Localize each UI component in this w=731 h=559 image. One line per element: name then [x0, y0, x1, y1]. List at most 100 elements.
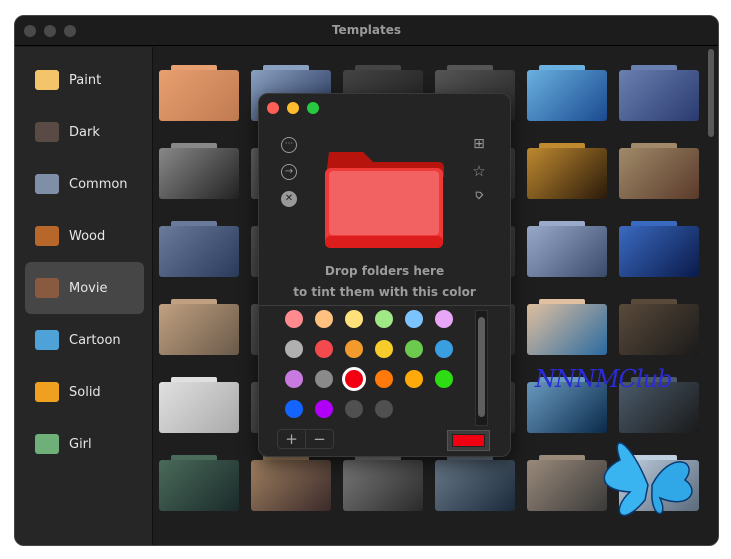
sidebar-item-label: Solid: [69, 384, 101, 400]
template-folder[interactable]: [159, 377, 239, 433]
color-swatch[interactable]: [405, 340, 423, 358]
folder-icon: [35, 382, 59, 402]
add-remove-control: + −: [277, 429, 334, 449]
butterfly-watermark-icon: [603, 442, 693, 517]
template-folder[interactable]: [527, 299, 607, 355]
color-swatch[interactable]: [405, 370, 423, 388]
color-swatch[interactable]: [285, 310, 303, 328]
template-folder[interactable]: [527, 221, 607, 277]
swatch-scrollbar[interactable]: [475, 310, 488, 426]
color-swatch[interactable]: [345, 400, 363, 418]
add-color-button[interactable]: +: [278, 430, 306, 448]
window-title: Templates: [331, 23, 402, 37]
folder-thumbnail: [251, 460, 331, 511]
folder-icon: [35, 122, 59, 142]
divider: [259, 305, 510, 306]
color-swatch[interactable]: [345, 340, 363, 358]
drop-hint-line1: Drop folders here: [324, 264, 445, 278]
template-folder[interactable]: [159, 299, 239, 355]
sidebar-item-common[interactable]: Common: [25, 158, 144, 210]
color-swatch[interactable]: [315, 340, 333, 358]
tinted-folder-icon: [325, 152, 444, 248]
folder-thumbnail: [159, 226, 239, 277]
color-swatch[interactable]: [375, 370, 393, 388]
folder-icon: [35, 330, 59, 350]
template-folder[interactable]: [251, 455, 331, 511]
watermark-text: NNNMClub: [535, 365, 672, 393]
template-folder[interactable]: [619, 221, 699, 277]
folder-thumbnail: [619, 226, 699, 277]
sidebar-item-dark[interactable]: Dark: [25, 106, 144, 158]
color-swatch[interactable]: [405, 310, 423, 328]
color-swatch[interactable]: [375, 400, 393, 418]
color-swatch[interactable]: [435, 340, 453, 358]
template-folder[interactable]: [619, 65, 699, 121]
color-swatch[interactable]: [285, 340, 303, 358]
color-swatch[interactable]: [435, 310, 453, 328]
sidebar: Paint Dark Common Wood Movie Cartoon Solid Girl: [15, 47, 153, 545]
folder-thumbnail: [159, 460, 239, 511]
folder-thumbnail: [527, 70, 607, 121]
sidebar-item-label: Movie: [69, 280, 108, 296]
folder-icon: [35, 434, 59, 454]
star-icon[interactable]: ☆: [471, 163, 487, 179]
current-color-well[interactable]: [447, 430, 490, 451]
swatch-scrollbar-thumb[interactable]: [478, 317, 485, 417]
color-swatch[interactable]: [315, 370, 333, 388]
sidebar-item-label: Paint: [69, 72, 102, 88]
color-swatch[interactable]: [315, 400, 333, 418]
template-folder[interactable]: [159, 143, 239, 199]
panel-zoom-button[interactable]: [307, 102, 319, 114]
color-swatch[interactable]: [315, 310, 333, 328]
template-folder[interactable]: [159, 65, 239, 121]
sidebar-item-movie[interactable]: Movie: [25, 262, 144, 314]
folder-icon: [35, 174, 59, 194]
folder-thumbnail: [619, 304, 699, 355]
folder-icon: [35, 278, 59, 298]
sidebar-item-cartoon[interactable]: Cartoon: [25, 314, 144, 366]
folder-thumbnail: [527, 226, 607, 277]
scrollbar-thumb[interactable]: [708, 49, 714, 137]
template-folder[interactable]: [159, 221, 239, 277]
folder-thumbnail: [159, 382, 239, 433]
tag-icon[interactable]: ⌂: [468, 184, 491, 207]
template-folder[interactable]: [619, 299, 699, 355]
folder-icon: [35, 70, 59, 90]
sidebar-item-paint[interactable]: Paint: [25, 54, 144, 106]
template-folder[interactable]: [343, 455, 423, 511]
folder-thumbnail: [435, 460, 515, 511]
color-swatch[interactable]: [435, 370, 453, 388]
folder-thumbnail: [619, 70, 699, 121]
folder-thumbnail: [343, 460, 423, 511]
template-folder[interactable]: [527, 143, 607, 199]
folder-thumbnail: [527, 304, 607, 355]
template-folder[interactable]: [527, 65, 607, 121]
color-swatch[interactable]: [285, 400, 303, 418]
color-swatch[interactable]: [345, 310, 363, 328]
sidebar-item-label: Dark: [69, 124, 100, 140]
template-folder[interactable]: [435, 455, 515, 511]
template-folder[interactable]: [619, 143, 699, 199]
color-swatch[interactable]: [345, 370, 363, 388]
sidebar-item-label: Common: [69, 176, 128, 192]
arrow-right-icon[interactable]: →: [281, 164, 297, 180]
folder-thumbnail: [619, 148, 699, 199]
current-color-swatch: [452, 434, 485, 447]
clear-icon[interactable]: ✕: [281, 191, 297, 207]
color-swatch[interactable]: [375, 340, 393, 358]
panel-close-button[interactable]: [267, 102, 279, 114]
panel-minimize-button[interactable]: [287, 102, 299, 114]
template-folder[interactable]: [159, 455, 239, 511]
folder-thumbnail: [159, 70, 239, 121]
sidebar-item-wood[interactable]: Wood: [25, 210, 144, 262]
sidebar-item-solid[interactable]: Solid: [25, 366, 144, 418]
sidebar-item-girl[interactable]: Girl: [25, 418, 144, 470]
more-icon[interactable]: ···: [281, 137, 297, 153]
color-swatch[interactable]: [285, 370, 303, 388]
grid-icon[interactable]: ⊞: [471, 136, 487, 152]
folder-icon: [35, 226, 59, 246]
color-swatch[interactable]: [375, 310, 393, 328]
tint-panel: ··· → ✕ ⊞ ☆ ⌂ Drop folders here to tint …: [258, 93, 511, 457]
remove-color-button[interactable]: −: [306, 430, 333, 448]
title-bar: Templates: [15, 16, 718, 46]
